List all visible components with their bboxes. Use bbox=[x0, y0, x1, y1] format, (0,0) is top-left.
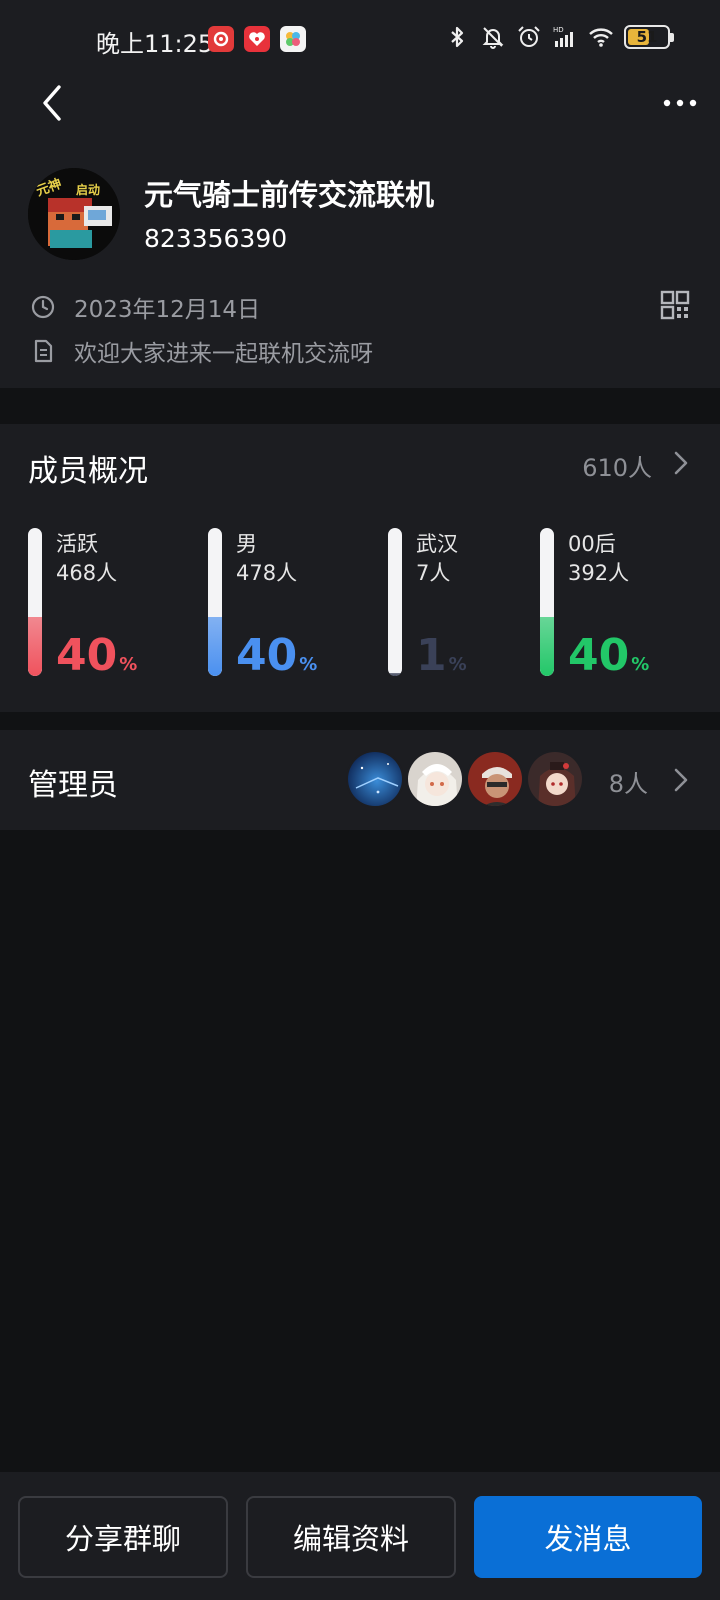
group-avatar[interactable]: 元神 启动 bbox=[28, 168, 120, 260]
stat-percent: 40% bbox=[568, 634, 649, 687]
stat-label: 活跃 bbox=[56, 532, 98, 556]
group-name: 元气骑士前传交流联机 bbox=[144, 178, 435, 212]
stat-label: 男 bbox=[236, 532, 257, 556]
chevron-left-icon bbox=[43, 85, 61, 121]
send-message-button[interactable]: 发消息 bbox=[474, 1496, 702, 1578]
admin-avatars bbox=[346, 750, 586, 810]
stat-percent-value: 40 bbox=[236, 630, 298, 681]
bottom-action-bar: 分享群聊 编辑资料 发消息 bbox=[0, 1472, 720, 1600]
admin-avatar[interactable] bbox=[406, 750, 464, 808]
admin-avatar[interactable] bbox=[526, 750, 584, 808]
chevron-right-icon[interactable] bbox=[670, 765, 692, 795]
stat-count: 468人 bbox=[56, 561, 118, 585]
members-count: 610人 bbox=[582, 454, 652, 482]
battery-icon: 51 bbox=[624, 25, 674, 49]
admin-avatar[interactable] bbox=[346, 750, 404, 808]
svg-text:启动: 启动 bbox=[76, 182, 100, 197]
stat-bar bbox=[540, 528, 554, 676]
admins-row[interactable]: 管理员 8人 bbox=[0, 730, 720, 830]
members-title: 成员概况 bbox=[28, 454, 148, 489]
share-group-button[interactable]: 分享群聊 bbox=[18, 1496, 228, 1578]
bluetooth-icon bbox=[451, 26, 464, 48]
status-time: 晚上11:25 bbox=[96, 30, 214, 58]
qr-code-icon[interactable] bbox=[660, 290, 690, 320]
admins-title: 管理员 bbox=[28, 768, 118, 803]
stat-bar-fill bbox=[208, 617, 222, 676]
stat-bar-fill bbox=[28, 617, 42, 676]
stat-bar bbox=[28, 528, 42, 676]
stat-label: 00后 bbox=[568, 532, 616, 556]
stat-percent-value: 1 bbox=[416, 630, 447, 681]
stat-bar-fill bbox=[540, 617, 554, 676]
admin-avatar[interactable] bbox=[466, 750, 524, 808]
app-multicolor-icon bbox=[280, 26, 306, 52]
group-profile-page: 晚上11:25 HD 51 元神 启动 元气骑士前传交流联机 823356390… bbox=[0, 0, 720, 1600]
created-date: 2023年12月14日 bbox=[74, 297, 261, 323]
stat-percent-unit: % bbox=[448, 654, 467, 675]
stat-bar-fill bbox=[388, 673, 402, 676]
group-info-card: 元神 启动 元气骑士前传交流联机 823356390 2023年12月14日 欢… bbox=[0, 78, 720, 388]
stat-percent: 40% bbox=[236, 634, 317, 687]
bell-off-icon bbox=[482, 27, 504, 49]
description-row: 欢迎大家进来一起联机交流呀 bbox=[30, 334, 373, 368]
stat-count: 478人 bbox=[236, 561, 298, 585]
back-button[interactable] bbox=[30, 78, 74, 128]
more-dots-icon bbox=[663, 99, 697, 107]
group-id: 823356390 bbox=[144, 224, 288, 253]
created-date-row: 2023年12月14日 bbox=[30, 290, 260, 324]
wifi-icon bbox=[589, 28, 613, 47]
stat-percent-unit: % bbox=[119, 654, 138, 675]
battery-level: 51 bbox=[636, 28, 658, 46]
stat-bar bbox=[208, 528, 222, 676]
stat-percent: 1% bbox=[416, 634, 467, 687]
document-icon bbox=[34, 339, 53, 363]
chevron-right-icon[interactable] bbox=[670, 448, 692, 478]
more-options-button[interactable] bbox=[658, 88, 702, 118]
status-bar: 晚上11:25 HD 51 bbox=[0, 0, 720, 78]
admins-count: 8人 bbox=[608, 770, 648, 798]
svg-text:HD: HD bbox=[553, 26, 564, 34]
stat-percent-unit: % bbox=[631, 654, 650, 675]
signal-icon: HD bbox=[553, 26, 573, 47]
netease-music-icon bbox=[208, 26, 234, 52]
stat-percent-unit: % bbox=[299, 654, 318, 675]
edit-profile-button[interactable]: 编辑资料 bbox=[246, 1496, 456, 1578]
stat-bar bbox=[388, 528, 402, 676]
stat-percent-value: 40 bbox=[56, 630, 118, 681]
clock-icon bbox=[31, 295, 55, 319]
app-red-icon bbox=[244, 26, 270, 52]
stat-count: 7人 bbox=[416, 561, 451, 585]
stat-percent-value: 40 bbox=[568, 630, 630, 681]
group-description: 欢迎大家进来一起联机交流呀 bbox=[74, 341, 373, 367]
alarm-icon bbox=[518, 26, 540, 47]
stat-count: 392人 bbox=[568, 561, 630, 585]
stat-percent: 40% bbox=[56, 634, 137, 687]
members-overview-card[interactable]: 成员概况 610人 活跃 468人 40% 男 478人 40% 武汉 7人 1% 00后 392人… bbox=[0, 424, 720, 712]
stat-label: 武汉 bbox=[416, 532, 458, 556]
